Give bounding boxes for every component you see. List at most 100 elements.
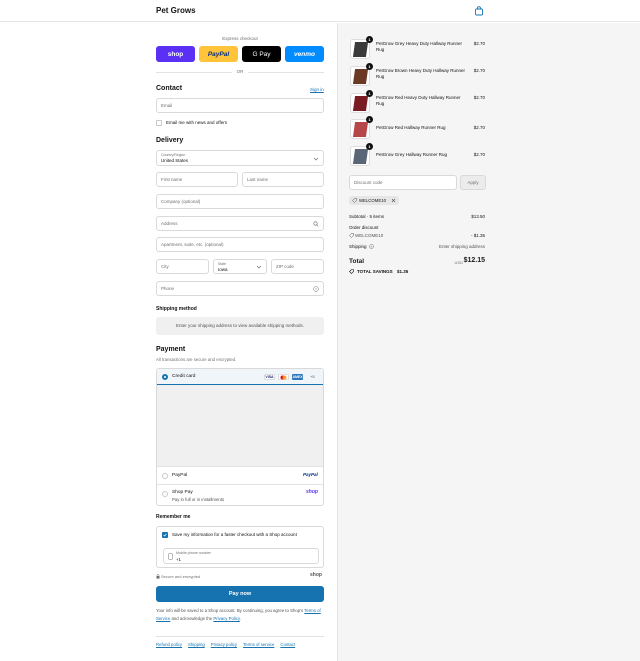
paypal-label: PayPal — [172, 473, 188, 478]
newsletter-checkbox[interactable] — [156, 120, 162, 126]
info-icon[interactable]: ? — [369, 244, 374, 249]
payment-subtitle: All transactions are secure and encrypte… — [156, 357, 237, 362]
cart-item: 1 PetGrow Grey Hallway Runner Rug $2.70 — [350, 143, 485, 168]
credit-card-option[interactable]: Credit card VISA AMEX +5 — [157, 369, 323, 385]
save-info-checkbox[interactable] — [162, 532, 168, 538]
mobile-phone-prefix: +1 — [176, 557, 181, 562]
contact-link[interactable]: Contact — [280, 642, 295, 647]
privacy-policy-footer-link[interactable]: Privacy policy — [211, 642, 237, 647]
shop-pay-option[interactable]: Shop Pay Pay in full or in installments … — [157, 484, 323, 506]
cart-item: 1 PetGrow Brown Heavy Duty Hallway Runne… — [350, 63, 485, 88]
paypal-button[interactable]: PayPal — [199, 46, 238, 62]
country-select[interactable]: Country/Region United States — [156, 150, 324, 166]
phone-field[interactable]: Phone ? — [156, 281, 324, 296]
amex-icon: AMEX — [292, 374, 303, 380]
discount-value: - $1.35 — [470, 233, 485, 238]
shop-pay-logo-icon: shop — [306, 489, 318, 495]
express-checkout-label: Express checkout — [222, 36, 258, 41]
legal-text-part2: and acknowledge the — [171, 615, 213, 621]
zip-field[interactable]: ZIP code — [271, 259, 324, 274]
venmo-button[interactable]: venmo — [285, 46, 324, 62]
credit-card-radio[interactable] — [162, 374, 168, 380]
footer-divider — [156, 636, 324, 637]
shipping-label: Shipping — [349, 244, 367, 249]
address-field[interactable]: Address — [156, 216, 324, 231]
last-name-field[interactable]: Last name — [242, 172, 324, 187]
subtotal-value: $13.50 — [471, 214, 485, 219]
remember-me-box: Save my information for a faster checkou… — [156, 526, 324, 568]
shop-pay-button[interactable]: shop — [156, 46, 195, 62]
lock-icon — [156, 574, 160, 579]
terms-of-service-footer-link[interactable]: Terms of service — [243, 642, 274, 647]
product-price: $2.70 — [473, 152, 485, 157]
rug-image — [352, 122, 369, 137]
product-price: $2.70 — [473, 125, 485, 130]
city-placeholder: City — [161, 264, 169, 269]
phone-placeholder: Phone — [161, 286, 175, 291]
cart-item: 1 PetGrow Grey Heavy Duty Hallway Runner… — [350, 36, 485, 61]
currency-label: USD — [454, 260, 463, 265]
refund-policy-link[interactable]: Refund policy — [156, 642, 182, 647]
tag-icon — [349, 269, 354, 274]
shopping-bag-icon[interactable] — [474, 6, 484, 16]
subtotal-label: Subtotal · 5 items — [349, 214, 385, 219]
discount-code-label: WELCOME10 — [355, 233, 384, 238]
product-name: PetGrow Red Heavy Duty Hallway Runner Ru… — [376, 95, 461, 106]
state-value: Iowa — [218, 267, 228, 272]
product-name: PetGrow Grey Hallway Runner Rug — [376, 152, 448, 157]
paypal-radio[interactable] — [162, 473, 168, 479]
shipping-row: Shipping ? Enter shipping address — [349, 244, 485, 249]
or-text: OR — [236, 69, 244, 74]
sign-in-link[interactable]: Sign in — [310, 87, 324, 92]
privacy-policy-link[interactable]: Privacy Policy — [213, 616, 239, 621]
shipping-method-message: Enter your shipping address to view avai… — [175, 323, 305, 328]
zip-placeholder: ZIP code — [276, 264, 294, 269]
store-brand[interactable]: Pet Grows — [156, 6, 196, 15]
shipping-link[interactable]: Shipping — [188, 642, 205, 647]
state-select[interactable]: State Iowa — [213, 259, 267, 274]
country-value: United States — [161, 158, 189, 163]
check-icon — [163, 533, 167, 537]
country-label: Country/Region — [161, 153, 186, 157]
quantity-badge: 1 — [366, 36, 373, 43]
shop-logo-icon: shop — [310, 572, 322, 578]
first-name-field[interactable]: First name — [156, 172, 238, 187]
close-icon[interactable] — [391, 198, 396, 203]
payment-methods: Credit card VISA AMEX +5 PayPal PayPal S… — [156, 368, 324, 506]
help-icon[interactable]: ? — [313, 286, 319, 292]
apply-discount-button[interactable]: Apply — [460, 175, 486, 190]
delivery-title: Delivery — [156, 137, 184, 144]
paypal-logo-icon: PayPal — [303, 472, 318, 477]
apartment-placeholder: Apartment, suite, etc. (optional) — [161, 242, 224, 247]
search-icon — [313, 221, 319, 227]
product-price: $2.70 — [473, 68, 485, 73]
rug-image — [352, 42, 369, 57]
first-name-placeholder: First name — [161, 177, 183, 182]
quantity-badge: 1 — [366, 90, 373, 97]
shop-pay-radio[interactable] — [162, 491, 168, 497]
total-savings-label: TOTAL SAVINGS — [357, 269, 393, 274]
chevron-down-icon — [313, 157, 319, 161]
company-placeholder: Company (optional) — [161, 199, 201, 204]
apartment-field[interactable]: Apartment, suite, etc. (optional) — [156, 237, 324, 252]
legal-text-part1: Your info will be saved to a Shop accoun… — [156, 608, 304, 613]
mobile-phone-field[interactable]: Mobile phone number +1 — [163, 548, 319, 564]
legal-text-end: . — [239, 615, 241, 621]
company-field[interactable]: Company (optional) — [156, 194, 324, 209]
shipping-value: Enter shipping address — [438, 244, 485, 249]
product-name: PetGrow Brown Heavy Duty Hallway Runner … — [376, 68, 466, 79]
shipping-method-title: Shipping method — [156, 306, 197, 312]
quantity-badge: 1 — [366, 143, 373, 150]
paypal-option[interactable]: PayPal PayPal — [157, 466, 323, 484]
discount-code-input[interactable]: Discount code — [349, 175, 457, 190]
google-pay-button[interactable]: G Pay — [242, 46, 281, 62]
more-cards-count: +5 — [310, 374, 315, 379]
pay-now-button[interactable]: Pay now — [156, 586, 324, 602]
newsletter-label: Email me with news and offers — [166, 120, 227, 125]
email-field[interactable]: Email — [156, 98, 324, 113]
total-value: $12.15 — [463, 257, 485, 264]
total-savings-value: $1.35 — [397, 269, 409, 274]
tag-icon — [349, 233, 354, 238]
mobile-phone-label: Mobile phone number — [176, 551, 211, 555]
city-field[interactable]: City — [156, 259, 209, 274]
